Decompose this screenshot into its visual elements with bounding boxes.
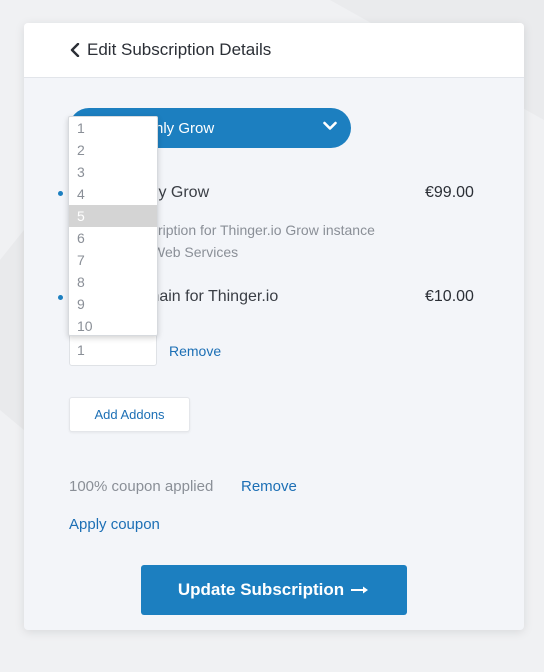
- quantity-option[interactable]: 10: [69, 315, 157, 337]
- plan-select-label: hly Grow: [155, 119, 215, 137]
- quantity-option[interactable]: 7: [69, 249, 157, 271]
- page-title: Edit Subscription Details: [87, 40, 272, 59]
- back-header[interactable]: Edit Subscription Details: [24, 23, 524, 78]
- quantity-option[interactable]: 2: [69, 139, 157, 161]
- quantity-option[interactable]: 3: [69, 161, 157, 183]
- remove-coupon-link[interactable]: Remove: [241, 478, 297, 495]
- quantity-option[interactable]: 4: [69, 183, 157, 205]
- quantity-option[interactable]: 5: [69, 205, 157, 227]
- item-description: Web Services: [152, 244, 239, 260]
- coupon-status: 100% coupon applied: [69, 478, 214, 495]
- item-price: €99.00: [425, 184, 474, 201]
- update-subscription-button[interactable]: Update Subscription: [141, 565, 407, 615]
- quantity-input[interactable]: [69, 334, 157, 366]
- apply-coupon-link[interactable]: Apply coupon: [69, 516, 160, 533]
- add-addons-button[interactable]: Add Addons: [69, 397, 190, 432]
- remove-item-link[interactable]: Remove: [169, 343, 221, 359]
- quantity-option[interactable]: 1: [69, 117, 157, 139]
- chevron-down-icon: [323, 121, 337, 130]
- quantity-option[interactable]: 9: [69, 293, 157, 315]
- item-bullet: [58, 191, 63, 196]
- chevron-left-icon: [70, 43, 80, 57]
- item-name: main for Thinger.io: [146, 288, 279, 305]
- item-description: scription for Thinger.io Grow instance: [144, 222, 375, 238]
- quantity-option[interactable]: 8: [69, 271, 157, 293]
- item-price: €10.00: [425, 288, 474, 305]
- update-subscription-label: Update Subscription: [177, 580, 345, 599]
- arrow-right-icon: [351, 586, 369, 594]
- item-bullet: [58, 295, 63, 300]
- quantity-option[interactable]: 6: [69, 227, 157, 249]
- quantity-dropdown[interactable]: 1 2 3 4 5 6 7 8 9 10: [68, 116, 158, 336]
